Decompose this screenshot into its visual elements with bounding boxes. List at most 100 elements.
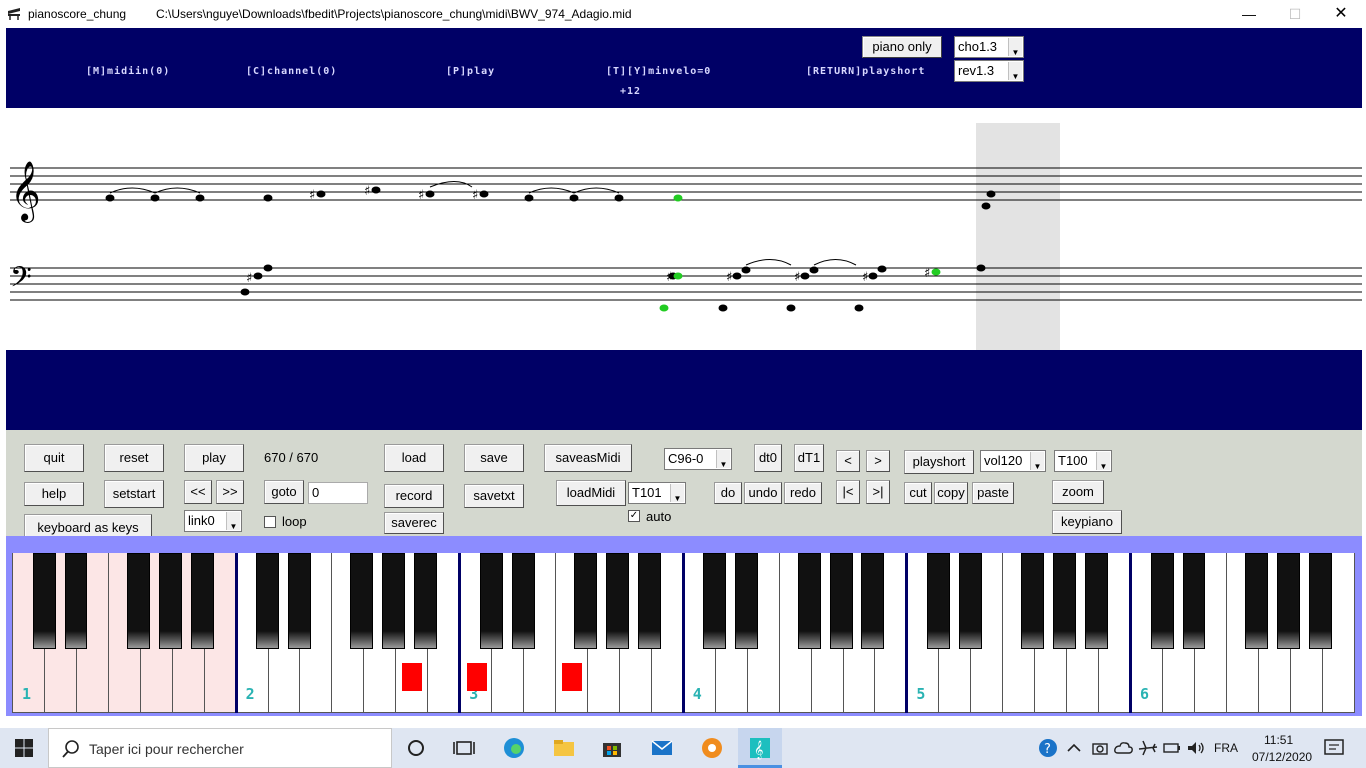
black-key[interactable] [1182, 553, 1206, 649]
black-key[interactable] [64, 553, 88, 649]
link-select[interactable]: link0 ▼ [184, 510, 242, 532]
volume-select[interactable]: vol120 ▼ [980, 450, 1046, 472]
tempo-select[interactable]: T100 ▼ [1054, 450, 1112, 472]
black-key[interactable] [861, 553, 885, 649]
black-key[interactable] [511, 553, 535, 649]
black-key[interactable] [158, 553, 182, 649]
close-button[interactable]: ✕ [1318, 0, 1364, 28]
ticks-select[interactable]: C96-0 ▼ [664, 448, 732, 470]
black-key[interactable] [703, 553, 727, 649]
black-key[interactable] [1053, 553, 1077, 649]
copy-button[interactable]: copy [934, 482, 968, 504]
score-canvas[interactable]: 𝄞 𝄢 ♯ ♯ ♯ ♯ ♯ ♯ ♯ ♯ ♯ ♯ [6, 108, 1362, 350]
black-key[interactable] [1021, 553, 1045, 649]
file-explorer-icon[interactable] [552, 736, 576, 760]
reverb-select[interactable]: rev1.3 ▼ [954, 60, 1024, 82]
settings-app-icon[interactable] [700, 736, 724, 760]
taskbar-search[interactable]: Taper ici pour rechercher [48, 728, 392, 768]
black-key[interactable] [288, 553, 312, 649]
goto-button[interactable]: goto [264, 480, 304, 504]
black-key[interactable] [605, 553, 629, 649]
rewind-button[interactable]: << [184, 480, 212, 504]
track-select[interactable]: T101 ▼ [628, 482, 686, 504]
zoom-button[interactable]: zoom [1052, 480, 1104, 504]
forward-button[interactable]: >> [216, 480, 244, 504]
first-button[interactable]: |< [836, 480, 860, 504]
black-key[interactable] [735, 553, 759, 649]
black-key[interactable] [414, 553, 438, 649]
chevron-down-icon: ▼ [226, 512, 240, 531]
playshort-button[interactable]: playshort [904, 450, 974, 474]
black-key[interactable] [1276, 553, 1300, 649]
piano-only-button[interactable]: piano only [862, 36, 942, 58]
help-circle-icon[interactable]: ? [1036, 736, 1060, 760]
task-view-icon[interactable] [452, 736, 476, 760]
black-key[interactable] [382, 553, 406, 649]
black-key[interactable] [926, 553, 950, 649]
clock-date[interactable]: 07/12/2020 [1252, 750, 1312, 764]
volume-icon[interactable] [1184, 736, 1208, 760]
black-key[interactable] [32, 553, 56, 649]
chorus-select[interactable]: cho1.3 ▼ [954, 36, 1024, 58]
store-icon[interactable] [600, 736, 624, 760]
next-button[interactable]: > [866, 450, 890, 472]
black-key[interactable] [1085, 553, 1109, 649]
saverec-button[interactable]: saverec [384, 512, 444, 534]
language-indicator[interactable]: FRA [1214, 741, 1238, 755]
loop-checkbox[interactable] [264, 516, 276, 528]
notifications-icon[interactable] [1322, 736, 1346, 760]
minimize-button[interactable]: — [1226, 0, 1272, 28]
black-key[interactable] [797, 553, 821, 649]
camera-icon[interactable] [1088, 736, 1112, 760]
black-key[interactable] [1150, 553, 1174, 649]
cut-button[interactable]: cut [904, 482, 932, 504]
music-score[interactable]: 𝄞 𝄢 ♯ ♯ ♯ ♯ ♯ ♯ ♯ ♯ ♯ ♯ [6, 108, 1362, 350]
black-key[interactable] [829, 553, 853, 649]
cortana-icon[interactable] [404, 736, 428, 760]
black-key[interactable] [637, 553, 661, 649]
load-midi-button[interactable]: loadMidi [556, 480, 626, 506]
paste-button[interactable]: paste [972, 482, 1014, 504]
pianoscore-taskbar-button[interactable]: 𝄞 [738, 728, 782, 768]
last-button[interactable]: >| [866, 480, 890, 504]
clock-time[interactable]: 11:51 [1264, 733, 1293, 747]
dt1-button[interactable]: dT1 [794, 444, 824, 472]
keypiano-button[interactable]: keypiano [1052, 510, 1122, 534]
black-key[interactable] [574, 553, 597, 649]
black-key[interactable] [190, 553, 214, 649]
battery-icon[interactable] [1160, 736, 1184, 760]
chevron-down-icon: ▼ [716, 450, 730, 469]
goto-input[interactable]: 0 [308, 482, 368, 504]
black-key[interactable] [479, 553, 503, 649]
undo-button[interactable]: undo [744, 482, 782, 504]
windows-start-icon[interactable] [12, 736, 36, 760]
black-key[interactable] [256, 553, 280, 649]
maximize-button[interactable]: ☐ [1272, 0, 1318, 28]
cloud-icon[interactable] [1112, 736, 1136, 760]
save-as-midi-button[interactable]: saveasMidi [544, 444, 632, 472]
save-button[interactable]: save [464, 444, 524, 472]
mail-icon[interactable] [650, 736, 674, 760]
setstart-button[interactable]: setstart [104, 480, 164, 508]
do-button[interactable]: do [714, 482, 742, 504]
record-button[interactable]: record [384, 484, 444, 508]
black-key[interactable] [126, 553, 150, 649]
auto-checkbox[interactable]: ✓ [628, 510, 640, 522]
reset-button[interactable]: reset [104, 444, 164, 472]
quit-button[interactable]: quit [24, 444, 84, 472]
dt0-button[interactable]: dt0 [754, 444, 782, 472]
black-key[interactable] [350, 553, 374, 649]
black-key[interactable] [1244, 553, 1268, 649]
black-key[interactable] [1308, 553, 1332, 649]
edge-browser-icon[interactable] [502, 736, 526, 760]
piano-keyboard[interactable]: 123456 [12, 553, 1355, 713]
savetxt-button[interactable]: savetxt [464, 484, 524, 508]
play-button[interactable]: play [184, 444, 244, 472]
redo-button[interactable]: redo [784, 482, 822, 504]
black-key[interactable] [958, 553, 982, 649]
chevron-up-icon[interactable] [1062, 736, 1086, 760]
help-button[interactable]: help [24, 482, 84, 506]
load-button[interactable]: load [384, 444, 444, 472]
prev-button[interactable]: < [836, 450, 860, 472]
airplane-mode-icon[interactable] [1136, 736, 1160, 760]
